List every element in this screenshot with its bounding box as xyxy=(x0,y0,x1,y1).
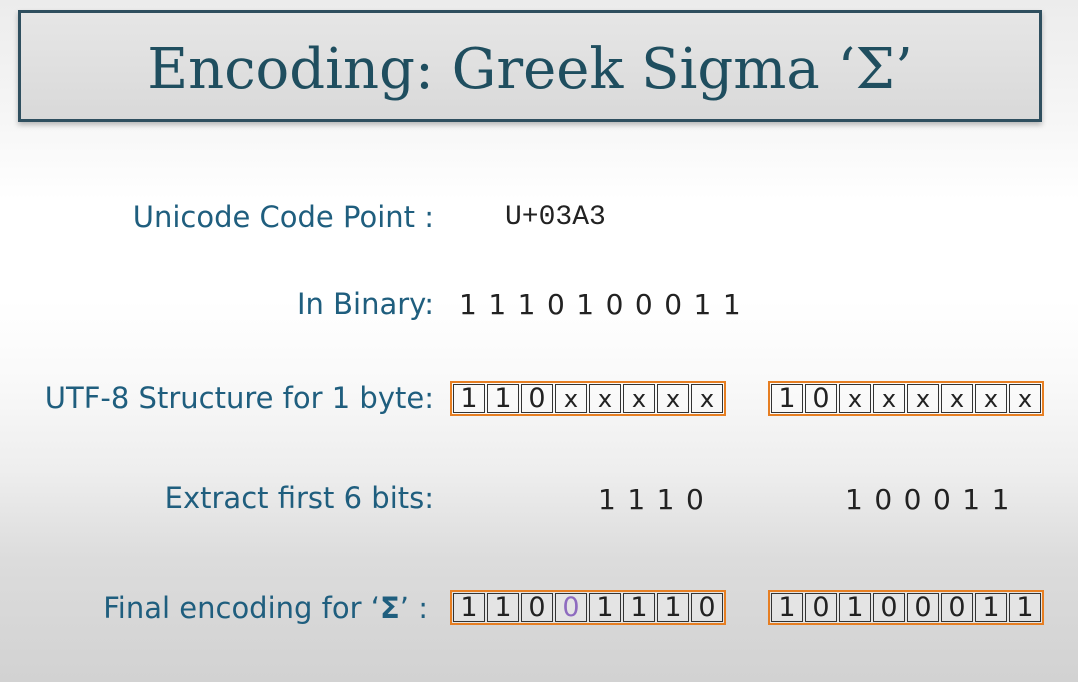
bit-cell: 1 xyxy=(589,592,621,623)
bit-cell: x xyxy=(623,384,655,413)
slide-title: Encoding: Greek Sigma ‘Σ’ xyxy=(147,37,913,102)
bit-cell: x xyxy=(839,384,871,413)
code-point-value: U+03A3 xyxy=(505,202,606,233)
extract-bits-2: 1 0 0 0 1 1 xyxy=(845,483,1010,516)
final-label: Final encoding for ‘Σ’ : xyxy=(103,591,428,625)
bit-cell: 1 xyxy=(975,592,1007,623)
bit-cell: 1 xyxy=(771,592,803,623)
bit-cell: x xyxy=(907,384,939,413)
bit-cell: 0 xyxy=(805,592,837,623)
bit-cell: x xyxy=(941,384,973,413)
bit-cell: 0 xyxy=(555,592,587,623)
bit-cell: x xyxy=(589,384,621,413)
bit-cell: x xyxy=(975,384,1007,413)
code-point-label: Unicode Code Point : xyxy=(132,200,434,234)
bit-cell: x xyxy=(1009,384,1041,413)
bit-cell: 0 xyxy=(941,592,973,623)
final-label-sigma: Σ xyxy=(379,591,400,625)
final-byte-2: 10100011 xyxy=(768,590,1044,625)
bit-cell: 0 xyxy=(521,592,553,623)
bit-cell: 1 xyxy=(453,592,485,623)
bit-cell: 0 xyxy=(907,592,939,623)
structure-byte-2: 10xxxxxx xyxy=(768,381,1044,416)
bit-cell: 1 xyxy=(839,592,871,623)
structure-label: UTF-8 Structure for 1 byte: xyxy=(44,381,434,415)
bit-cell: 0 xyxy=(521,383,553,414)
bit-cell: x xyxy=(873,384,905,413)
bit-cell: 0 xyxy=(805,383,837,414)
bit-cell: 1 xyxy=(1009,592,1041,623)
bit-cell: 1 xyxy=(487,592,519,623)
bit-cell: 1 xyxy=(623,592,655,623)
extract-bits-1: 1 1 1 0 xyxy=(598,483,705,516)
final-label-suffix: ’ : xyxy=(399,591,428,625)
final-byte-1: 11001110 xyxy=(450,590,726,625)
extract-label: Extract first 6 bits: xyxy=(164,481,434,515)
bit-cell: 0 xyxy=(691,592,723,623)
structure-byte-1: 110xxxxx xyxy=(450,381,726,416)
bit-cell: x xyxy=(691,384,723,413)
final-label-prefix: Final encoding for ‘ xyxy=(103,591,380,625)
bit-cell: 1 xyxy=(771,383,803,414)
binary-value: 1 1 1 0 1 0 0 0 1 1 xyxy=(459,288,741,321)
bit-cell: x xyxy=(657,384,689,413)
bit-cell: 1 xyxy=(487,383,519,414)
bit-cell: x xyxy=(555,384,587,413)
title-box: Encoding: Greek Sigma ‘Σ’ xyxy=(18,10,1042,122)
bit-cell: 0 xyxy=(873,592,905,623)
bit-cell: 1 xyxy=(657,592,689,623)
bit-cell: 1 xyxy=(453,383,485,414)
binary-label: In Binary: xyxy=(297,287,434,321)
